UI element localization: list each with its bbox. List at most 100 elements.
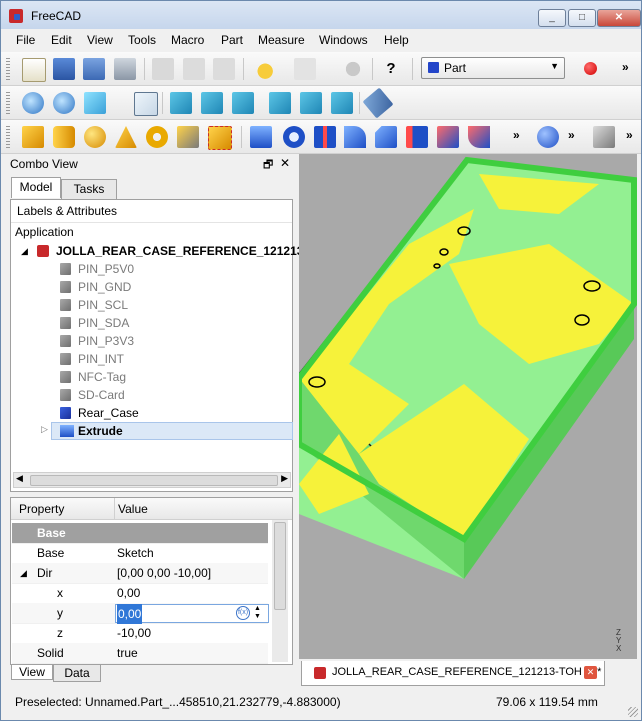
- document-tab[interactable]: JOLLA_REAR_CASE_REFERENCE_121213-TOH : 1…: [301, 661, 605, 686]
- toolbar-overflow[interactable]: »: [513, 128, 520, 142]
- toolbar-grip[interactable]: [6, 126, 10, 148]
- scroll-left-icon[interactable]: ◀: [16, 473, 23, 484]
- property-row[interactable]: y 0,00 f(x) ▲ ▼: [12, 603, 269, 624]
- property-vertical-scrollbar[interactable]: [272, 520, 288, 662]
- boolean-icon[interactable]: [537, 126, 559, 148]
- print-icon[interactable]: [114, 58, 136, 80]
- ruled-surface-icon[interactable]: [437, 126, 459, 148]
- property-row[interactable]: Solid true: [12, 643, 268, 664]
- close-button[interactable]: ✕: [597, 9, 641, 27]
- right-view-icon[interactable]: [232, 92, 254, 114]
- group-label: Base: [37, 526, 66, 540]
- dock-splitter[interactable]: [294, 154, 298, 687]
- menu-windows[interactable]: Windows: [319, 33, 368, 47]
- tree-item-label: PIN_P5V0: [78, 262, 135, 276]
- shape-builder-icon[interactable]: [208, 126, 232, 150]
- refresh-icon[interactable]: [342, 58, 364, 80]
- tree-item-label: PIN_INT: [78, 352, 125, 366]
- menu-measure[interactable]: Measure: [258, 33, 305, 47]
- undo-icon[interactable]: [252, 58, 274, 80]
- workbench-selector[interactable]: Part ▼: [421, 57, 565, 79]
- property-group-base[interactable]: Base: [12, 523, 268, 544]
- tab-data[interactable]: Data: [53, 665, 101, 682]
- panel-splitter[interactable]: [10, 491, 291, 495]
- expression-fx-icon[interactable]: f(x): [236, 606, 250, 620]
- mirror-icon[interactable]: [314, 126, 336, 148]
- property-row[interactable]: z -10,00: [12, 623, 268, 644]
- save-icon[interactable]: [83, 58, 105, 80]
- resize-grip[interactable]: [628, 707, 638, 717]
- toolbar-overflow[interactable]: »: [568, 128, 575, 142]
- property-header: Property Value: [11, 498, 292, 520]
- toolbar-grip[interactable]: [6, 92, 10, 114]
- make-face-icon[interactable]: [406, 126, 428, 148]
- y-value-spinbox[interactable]: 0,00 f(x) ▲ ▼: [115, 604, 269, 624]
- cone-icon[interactable]: [115, 126, 137, 148]
- property-row[interactable]: Base Sketch: [12, 543, 268, 564]
- tree-horizontal-scrollbar[interactable]: ◀ ▶: [13, 472, 291, 488]
- scroll-right-icon[interactable]: ▶: [281, 473, 288, 484]
- measure-distance-icon[interactable]: [362, 87, 394, 119]
- measure-icon[interactable]: [593, 126, 615, 148]
- scroll-thumb[interactable]: [274, 522, 286, 610]
- close-tab-icon[interactable]: ✕: [584, 666, 597, 679]
- cut-icon[interactable]: [152, 58, 174, 80]
- left-view-icon[interactable]: [331, 92, 353, 114]
- new-document-icon[interactable]: [22, 58, 46, 82]
- whats-this-icon[interactable]: ?: [380, 58, 402, 80]
- menu-edit[interactable]: Edit: [51, 33, 72, 47]
- property-row[interactable]: ◢ Dir [0,00 0,00 -10,00]: [12, 563, 268, 584]
- tab-tasks[interactable]: Tasks: [61, 179, 117, 199]
- sweep-icon[interactable]: [468, 126, 490, 148]
- menu-view[interactable]: View: [87, 33, 113, 47]
- copy-icon[interactable]: [183, 58, 205, 80]
- menu-help[interactable]: Help: [384, 33, 409, 47]
- open-folder-icon[interactable]: [53, 58, 75, 80]
- tab-model[interactable]: Model: [11, 177, 61, 198]
- bottom-view-icon[interactable]: [300, 92, 322, 114]
- 3d-viewport[interactable]: Z Y X: [299, 154, 637, 659]
- expanded-arrow-icon[interactable]: ◢: [21, 242, 28, 260]
- spin-up-icon[interactable]: ▲: [254, 605, 261, 612]
- chamfer-icon[interactable]: [375, 126, 397, 148]
- torus-icon[interactable]: [146, 126, 168, 148]
- primitives-icon[interactable]: [177, 126, 199, 148]
- cylinder-icon[interactable]: [53, 126, 75, 148]
- draw-style-icon[interactable]: [84, 92, 106, 114]
- extrude-icon[interactable]: [250, 126, 272, 148]
- menu-part[interactable]: Part: [221, 33, 243, 47]
- close-icon[interactable]: ✕: [280, 156, 290, 170]
- part-icon: [60, 299, 71, 311]
- property-row[interactable]: x 0,00: [12, 583, 268, 604]
- revolve-icon[interactable]: [283, 126, 305, 148]
- minimize-button[interactable]: _: [538, 9, 566, 27]
- model-render[interactable]: [299, 154, 637, 659]
- fit-selection-icon[interactable]: [53, 92, 75, 114]
- top-view-icon[interactable]: [201, 92, 223, 114]
- redo-icon[interactable]: [294, 58, 316, 80]
- box-icon[interactable]: [22, 126, 44, 148]
- tab-view[interactable]: View: [11, 665, 53, 680]
- rear-view-icon[interactable]: [269, 92, 291, 114]
- toolbar-grip[interactable]: [6, 58, 10, 80]
- record-macro-icon[interactable]: [584, 62, 597, 75]
- fillet-icon[interactable]: [344, 126, 366, 148]
- toolbar-overflow[interactable]: »: [626, 128, 633, 142]
- tree-document-row[interactable]: ◢ JOLLA_REAR_CASE_REFERENCE_121213-TO: [11, 242, 324, 260]
- menu-file[interactable]: File: [16, 33, 35, 47]
- toolbar-overflow[interactable]: »: [622, 60, 629, 74]
- spin-down-icon[interactable]: ▼: [254, 613, 261, 620]
- tree-item-selected[interactable]: Extrude: [51, 422, 293, 440]
- paste-icon[interactable]: [213, 58, 235, 80]
- menu-macro[interactable]: Macro: [171, 33, 204, 47]
- collapsed-arrow-icon[interactable]: ▷: [41, 424, 48, 435]
- front-view-icon[interactable]: [170, 92, 192, 114]
- fit-all-icon[interactable]: [22, 92, 44, 114]
- maximize-button[interactable]: □: [568, 9, 596, 27]
- isometric-view-icon[interactable]: [134, 92, 158, 116]
- expanded-arrow-icon[interactable]: ◢: [20, 563, 27, 583]
- scroll-thumb[interactable]: [30, 475, 278, 486]
- sphere-icon[interactable]: [84, 126, 106, 148]
- float-icon[interactable]: 🗗: [263, 156, 273, 175]
- menu-tools[interactable]: Tools: [128, 33, 156, 47]
